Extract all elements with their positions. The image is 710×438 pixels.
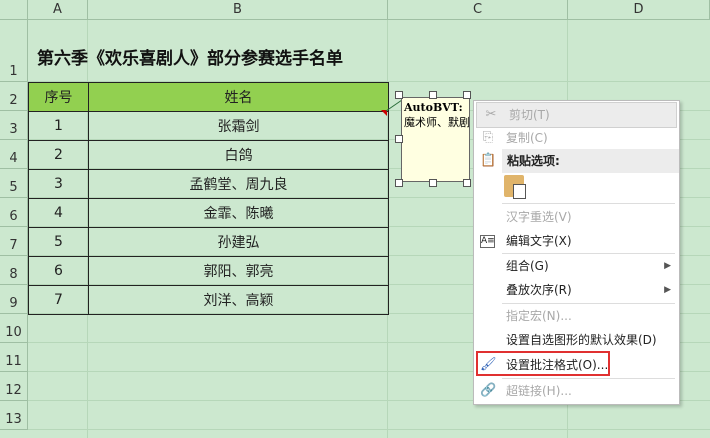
comment-text: 魔术师、默剧 xyxy=(404,116,470,129)
sheet-title: 第六季《欢乐喜剧人》部分参赛选手名单 xyxy=(37,49,343,69)
row-header[interactable]: 12 xyxy=(0,372,28,401)
cell-index[interactable]: 6 xyxy=(28,256,89,286)
edit-text-icon: A≡ xyxy=(480,235,495,248)
cell-index[interactable]: 1 xyxy=(28,111,89,141)
menu-cut[interactable]: ✂ 剪切(T) xyxy=(476,102,677,128)
resize-handle[interactable] xyxy=(463,179,471,187)
menu-group-label: 组合(G) xyxy=(506,259,549,273)
cell-index[interactable]: 3 xyxy=(28,169,89,199)
cell-name[interactable]: 郭阳、郭亮 xyxy=(88,256,389,286)
menu-paste-options-label: 粘贴选项: xyxy=(507,154,560,168)
cell-name[interactable]: 白鸽 xyxy=(88,140,389,170)
menu-reconvert[interactable]: 汉字重选(V) xyxy=(474,205,679,229)
contestant-table: 序号 姓名 1 张霜剑 2 白鸽 3 孟鹤堂、周九良 4 金霏、陈曦 5 孙建弘 6 郭阳、郭亮 7 刘洋、… xyxy=(28,82,389,315)
cell-index[interactable]: 4 xyxy=(28,198,89,228)
column-header-d[interactable]: D xyxy=(568,0,710,20)
row-header[interactable]: 13 xyxy=(0,401,28,430)
cell-index[interactable]: 5 xyxy=(28,227,89,257)
header-name[interactable]: 姓名 xyxy=(88,82,389,112)
table-row: 5 孙建弘 xyxy=(28,227,389,257)
paste-keep-format-icon[interactable] xyxy=(504,175,526,199)
table-row: 1 张霜剑 xyxy=(28,111,389,141)
resize-handle[interactable] xyxy=(395,91,403,99)
menu-copy-label: 复制(C) xyxy=(506,131,548,145)
resize-handle[interactable] xyxy=(395,179,403,187)
menu-copy[interactable]: ⎘ 复制(C) xyxy=(474,126,679,150)
column-header-a[interactable]: A xyxy=(28,0,88,20)
row-header[interactable]: 11 xyxy=(0,343,28,372)
menu-reconvert-label: 汉字重选(V) xyxy=(506,210,572,224)
table-row: 7 刘洋、高颖 xyxy=(28,285,389,315)
menu-hyperlink-label: 超链接(H)... xyxy=(506,384,572,398)
menu-macro-label: 指定宏(N)... xyxy=(506,309,572,323)
resize-handle[interactable] xyxy=(463,91,471,99)
scissors-icon: ✂ xyxy=(485,107,497,122)
resize-handle[interactable] xyxy=(395,135,403,143)
submenu-arrow-icon: ▶ xyxy=(664,261,671,271)
row-header[interactable]: 3 xyxy=(0,111,28,140)
cell-name[interactable]: 孟鹤堂、周九良 xyxy=(88,169,389,199)
row-header[interactable]: 5 xyxy=(0,169,28,198)
row-header[interactable]: 10 xyxy=(0,314,28,343)
row-header[interactable]: 4 xyxy=(0,140,28,169)
menu-default-shape[interactable]: 设置自选图形的默认效果(D) xyxy=(474,328,679,352)
cell-name[interactable]: 孙建弘 xyxy=(88,227,389,257)
row-header[interactable]: 9 xyxy=(0,285,28,314)
menu-assign-macro[interactable]: 指定宏(N)... xyxy=(474,304,679,328)
menu-paste-options: 📋 粘贴选项: xyxy=(480,149,679,173)
link-icon: 🔗 xyxy=(480,383,497,398)
menu-edit-text[interactable]: A≡ 编辑文字(X) xyxy=(474,229,679,253)
cell-index[interactable]: 7 xyxy=(28,285,89,315)
menu-default-shape-label: 设置自选图形的默认效果(D) xyxy=(506,333,657,347)
menu-edit-text-label: 编辑文字(X) xyxy=(506,234,572,248)
highlight-box xyxy=(476,351,610,376)
paste-icon: 📋 xyxy=(480,153,497,168)
row-header[interactable]: 6 xyxy=(0,198,28,227)
cell-name[interactable]: 金霏、陈曦 xyxy=(88,198,389,228)
row-header[interactable]: 7 xyxy=(0,227,28,256)
cell-name[interactable]: 张霜剑 xyxy=(88,111,389,141)
comment-box[interactable]: AutoBVT: 魔术师、默剧 xyxy=(401,97,470,182)
table-row: 4 金霏、陈曦 xyxy=(28,198,389,228)
row-header[interactable]: 1 xyxy=(0,20,28,82)
table-row: 6 郭阳、郭亮 xyxy=(28,256,389,286)
menu-hyperlink[interactable]: 🔗 超链接(H)... xyxy=(474,379,679,403)
cell-index[interactable]: 2 xyxy=(28,140,89,170)
resize-handle[interactable] xyxy=(429,179,437,187)
copy-icon: ⎘ xyxy=(482,130,494,145)
menu-group[interactable]: 组合(G) ▶ xyxy=(474,254,679,278)
column-header-b[interactable]: B xyxy=(88,0,388,20)
resize-handle[interactable] xyxy=(429,91,437,99)
table-row: 2 白鸽 xyxy=(28,140,389,170)
table-row: 3 孟鹤堂、周九良 xyxy=(28,169,389,199)
menu-cut-label: 剪切(T) xyxy=(509,108,550,122)
cell-name[interactable]: 刘洋、高颖 xyxy=(88,285,389,315)
comment-author: AutoBVT: xyxy=(404,101,463,114)
submenu-arrow-icon: ▶ xyxy=(664,285,671,295)
menu-order-label: 叠放次序(R) xyxy=(506,283,572,297)
row-header[interactable]: 8 xyxy=(0,256,28,285)
select-all-corner[interactable] xyxy=(0,0,28,20)
column-header-c[interactable]: C xyxy=(388,0,568,20)
header-index[interactable]: 序号 xyxy=(28,82,89,112)
menu-order[interactable]: 叠放次序(R) ▶ xyxy=(474,278,679,302)
context-menu: ✂ 剪切(T) ⎘ 复制(C) 📋 粘贴选项: 汉字重选(V) A≡ 编辑文字(X) 组… xyxy=(473,100,680,405)
row-header[interactable]: 2 xyxy=(0,82,28,111)
